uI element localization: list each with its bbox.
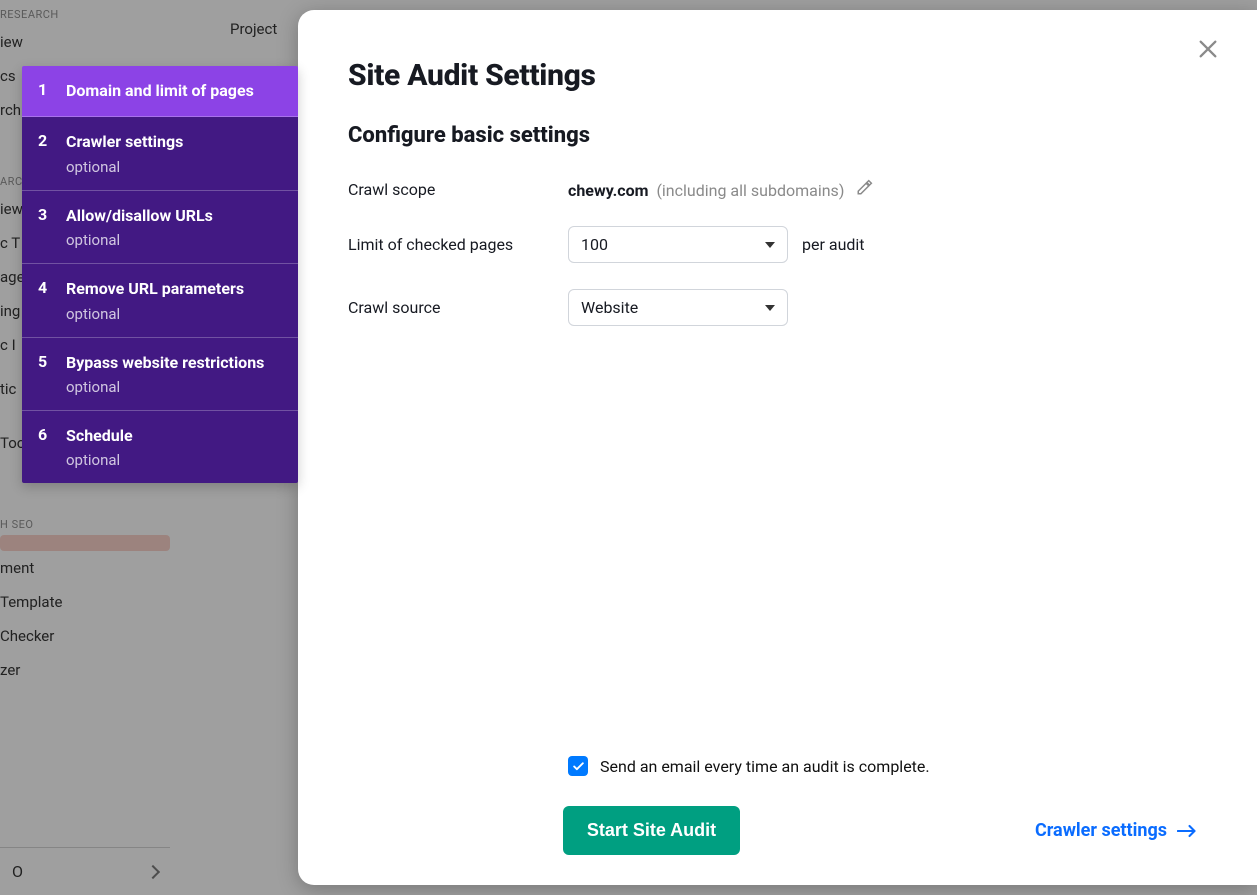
chevron-down-icon — [765, 305, 775, 311]
wizard-step-crawler[interactable]: 2 Crawler settings optional — [22, 117, 298, 190]
close-icon — [1197, 38, 1219, 60]
step-number: 3 — [38, 205, 66, 224]
edit-scope-button[interactable] — [856, 178, 874, 196]
step-sub: optional — [66, 158, 282, 176]
footer-actions: Start Site Audit Crawler settings — [348, 806, 1207, 855]
source-select[interactable]: Website — [568, 289, 788, 326]
next-crawler-settings-link[interactable]: Crawler settings — [1035, 820, 1197, 841]
settings-modal: Site Audit Settings Configure basic sett… — [298, 10, 1257, 885]
source-label: Crawl source — [348, 298, 568, 317]
step-number: 1 — [38, 80, 66, 99]
modal-footer: Send an email every time an audit is com… — [348, 756, 1207, 855]
start-audit-button[interactable]: Start Site Audit — [563, 806, 740, 855]
step-sub: optional — [66, 378, 282, 396]
wizard-step-schedule[interactable]: 6 Schedule optional — [22, 411, 298, 483]
modal-subtitle: Configure basic settings — [348, 123, 1207, 148]
limit-suffix: per audit — [802, 235, 865, 254]
limit-select[interactable]: 100 — [568, 226, 788, 263]
limit-value: 100 — [581, 235, 608, 254]
step-sub: optional — [66, 305, 282, 323]
step-number: 4 — [38, 278, 66, 297]
email-checkbox[interactable] — [568, 756, 588, 776]
step-label: Allow/disallow URLs — [66, 205, 282, 227]
row-limit-pages: Limit of checked pages 100 per audit — [348, 226, 1207, 263]
email-notify-row: Send an email every time an audit is com… — [568, 756, 1207, 776]
next-link-label: Crawler settings — [1035, 820, 1167, 841]
crawl-scope-label: Crawl scope — [348, 180, 568, 199]
step-label: Bypass website restrictions — [66, 352, 282, 374]
wizard-step-urls[interactable]: 3 Allow/disallow URLs optional — [22, 191, 298, 264]
crawl-scope-value: chewy.com (including all subdomains) — [568, 178, 874, 200]
arrow-right-icon — [1177, 824, 1197, 838]
step-number: 6 — [38, 425, 66, 444]
check-icon — [572, 760, 585, 773]
close-button[interactable] — [1197, 38, 1223, 64]
scope-domain: chewy.com — [568, 181, 648, 200]
modal-title: Site Audit Settings — [348, 58, 1207, 93]
wizard-step-bypass[interactable]: 5 Bypass website restrictions optional — [22, 338, 298, 411]
step-number: 2 — [38, 131, 66, 150]
wizard-step-params[interactable]: 4 Remove URL parameters optional — [22, 264, 298, 337]
row-crawl-scope: Crawl scope chewy.com (including all sub… — [348, 178, 1207, 200]
pencil-icon — [856, 178, 874, 196]
wizard-step-domain[interactable]: 1 Domain and limit of pages — [22, 66, 298, 117]
step-label: Crawler settings — [66, 131, 282, 153]
limit-label: Limit of checked pages — [348, 235, 568, 254]
step-number: 5 — [38, 352, 66, 371]
step-label: Schedule — [66, 425, 282, 447]
step-label: Remove URL parameters — [66, 278, 282, 300]
scope-note: (including all subdomains) — [656, 181, 844, 200]
row-crawl-source: Crawl source Website — [348, 289, 1207, 326]
step-sub: optional — [66, 231, 282, 249]
step-sub: optional — [66, 451, 282, 469]
chevron-down-icon — [765, 242, 775, 248]
email-label: Send an email every time an audit is com… — [600, 757, 930, 776]
wizard-steps: 1 Domain and limit of pages 2 Crawler se… — [22, 66, 298, 483]
source-value: Website — [581, 298, 638, 317]
step-label: Domain and limit of pages — [66, 80, 282, 102]
